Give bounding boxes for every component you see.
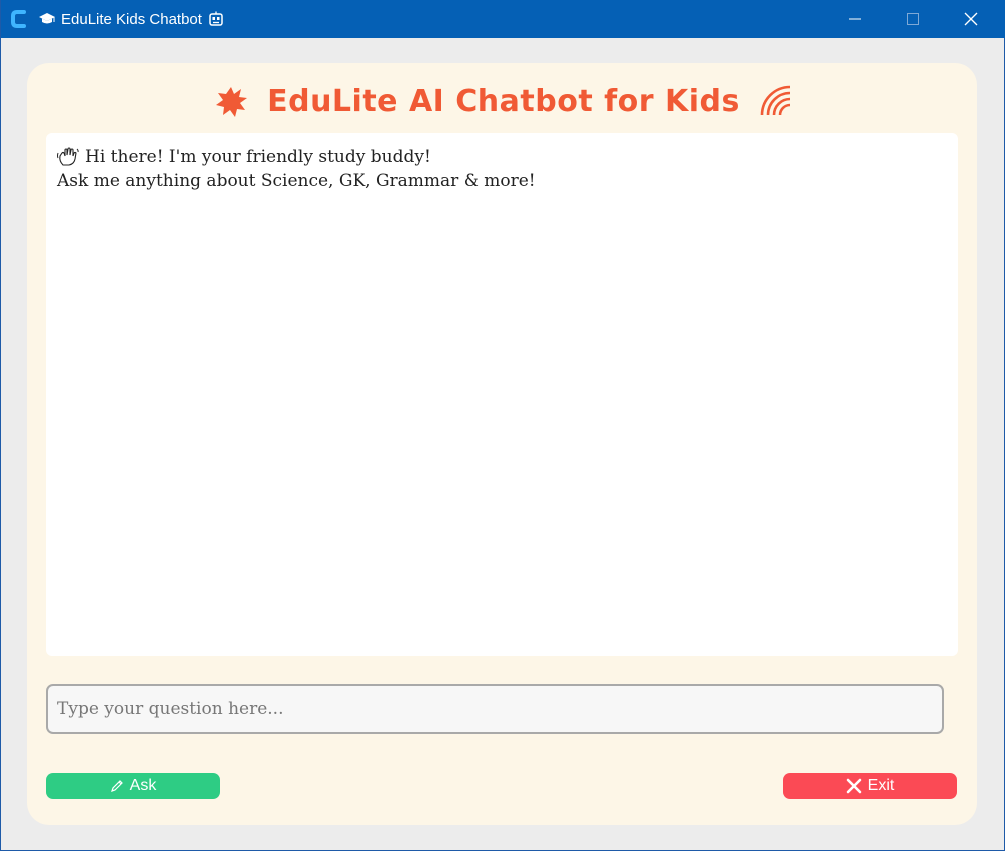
page-title-text: EduLite AI Chatbot for Kids [267, 83, 740, 119]
window-title-text: EduLite Kids Chatbot [61, 10, 202, 28]
question-input[interactable] [46, 684, 944, 734]
chat-message: Hi there! I'm your friendly study buddy! [57, 145, 947, 169]
minimize-icon [849, 18, 861, 20]
chat-message-text: Ask me anything about Science, GK, Gramm… [57, 171, 536, 191]
app-logo-icon [11, 10, 26, 28]
robot-face-icon [209, 11, 223, 26]
app-window: EduLite Kids Chatbot EduLite AI Chatbot … [0, 0, 1005, 851]
exit-button[interactable]: Exit [783, 773, 957, 799]
splat-icon [216, 87, 248, 117]
rainbow-icon [760, 85, 791, 116]
cross-mark-icon [846, 778, 861, 794]
window-title: EduLite Kids Chatbot [39, 0, 224, 38]
maximize-button[interactable] [890, 0, 936, 38]
exit-button-label: Exit [867, 777, 895, 794]
minimize-button[interactable] [832, 0, 878, 38]
maximize-icon [907, 13, 919, 25]
pencil-icon [110, 780, 123, 792]
page-title: EduLite AI Chatbot for Kids [1, 78, 1005, 124]
ask-button-label: Ask [129, 777, 157, 794]
chat-message-text: Hi there! I'm your friendly study buddy! [85, 147, 431, 167]
close-button[interactable] [948, 0, 994, 38]
title-bar[interactable]: EduLite Kids Chatbot [1, 0, 1005, 38]
chat-display[interactable]: Hi there! I'm your friendly study buddy!… [46, 133, 958, 656]
close-icon [964, 12, 978, 26]
graduation-cap-icon [39, 13, 55, 24]
waving-hand-icon [57, 147, 79, 166]
ask-button[interactable]: Ask [46, 773, 220, 799]
chat-message: Ask me anything about Science, GK, Gramm… [57, 169, 947, 193]
